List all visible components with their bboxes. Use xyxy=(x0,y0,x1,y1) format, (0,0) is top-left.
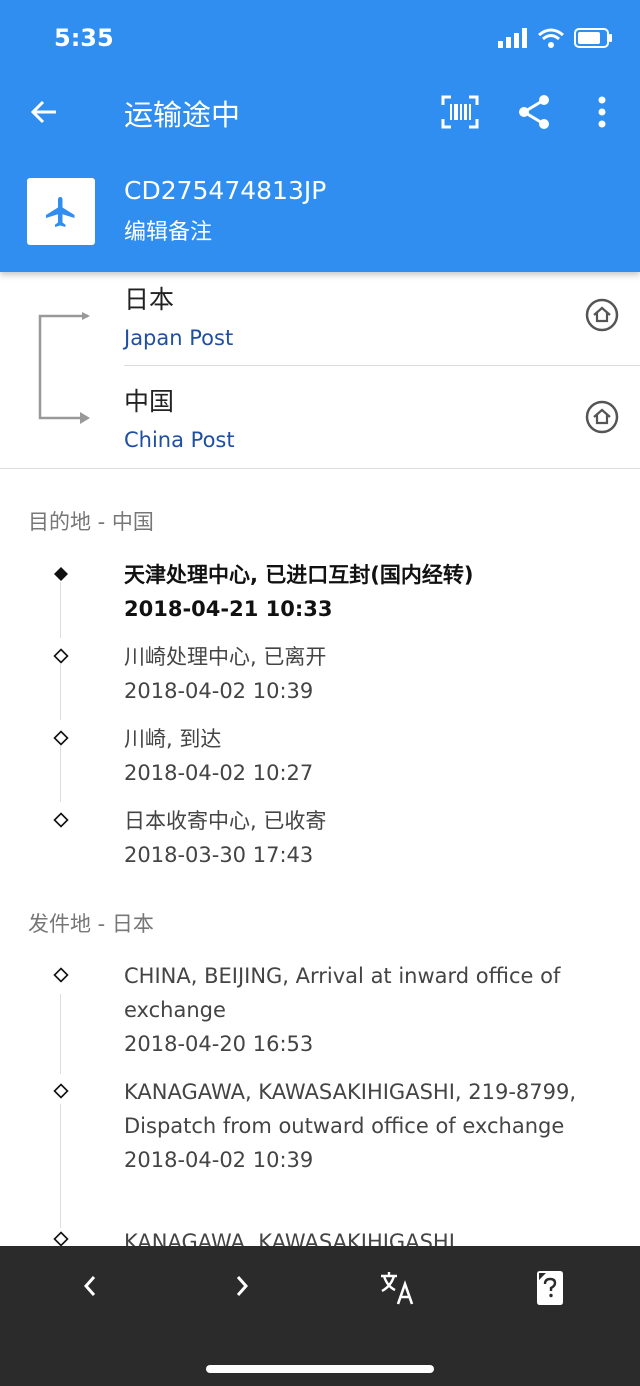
timeline-marker-icon xyxy=(53,648,69,664)
carrier-name: Japan Post xyxy=(124,326,234,350)
back-button[interactable] xyxy=(24,92,64,132)
event-time: 2018-04-02 10:39 xyxy=(124,1148,314,1172)
chevron-left-icon xyxy=(83,1276,96,1296)
timeline-marker-filled-icon xyxy=(54,567,68,581)
nav-forward-button[interactable] xyxy=(222,1266,262,1306)
carrier-destination[interactable]: 中国 China Post xyxy=(124,382,235,452)
nav-back-button[interactable] xyxy=(70,1266,110,1306)
shipment-type-badge xyxy=(27,178,95,245)
help-button[interactable] xyxy=(530,1266,570,1310)
home-indicator[interactable] xyxy=(206,1365,434,1373)
carrier-section: 日本 Japan Post 中国 China Post xyxy=(0,272,640,469)
carrier-name: China Post xyxy=(124,428,235,452)
airplane-icon xyxy=(46,196,75,227)
event-time: 2018-04-02 10:39 xyxy=(124,679,314,703)
timeline-line xyxy=(60,1104,61,1228)
help-card-icon xyxy=(537,1271,563,1305)
barcode-button[interactable] xyxy=(438,92,482,132)
carrier-origin[interactable]: 日本 Japan Post xyxy=(124,280,233,350)
route-connector xyxy=(38,312,90,424)
status-icons xyxy=(498,28,614,48)
share-button[interactable] xyxy=(514,92,554,132)
timeline-event: 川崎处理中心, 已离开 2018-04-02 10:39 xyxy=(124,640,604,708)
event-time: 2018-04-20 16:53 xyxy=(124,1032,314,1056)
status-time: 5:35 xyxy=(54,24,114,52)
signal-icon xyxy=(498,28,527,48)
carrier-country: 中国 xyxy=(124,387,175,416)
back-arrow-icon xyxy=(30,100,56,124)
timeline-event: 天津处理中心, 已进口互封(国内经转) 2018-04-21 10:33 xyxy=(124,558,604,626)
event-time: 2018-04-02 10:27 xyxy=(124,761,314,785)
timeline-marker-icon xyxy=(53,967,69,983)
page-title: 运输途中 xyxy=(124,98,241,132)
translate-button[interactable] xyxy=(374,1266,420,1310)
carrier-country: 日本 xyxy=(124,285,175,314)
app-header: 5:35 运输途中 CD275474813JP 编辑备注 xyxy=(0,0,640,272)
timeline-event: KANAGAWA, KAWASAKIHIGASHI, 219-8799, Dis… xyxy=(124,1075,604,1177)
carrier-home-icon[interactable] xyxy=(585,400,619,434)
timeline-line xyxy=(60,994,61,1074)
event-description: KANAGAWA, KAWASAKIHIGASHI, 219-8799, Dis… xyxy=(124,1080,577,1138)
wifi-icon xyxy=(538,28,564,48)
timeline-event: 日本收寄中心, 已收寄 2018-03-30 17:43 xyxy=(124,804,604,872)
carrier-home-icon[interactable] xyxy=(585,298,619,332)
event-description: CHINA, BEIJING, Arrival at inward office… xyxy=(124,964,561,1022)
divider xyxy=(124,365,640,366)
event-description: 川崎, 到达 xyxy=(124,727,222,751)
more-options-button[interactable] xyxy=(588,92,616,132)
section-header-destination: 目的地 - 中国 xyxy=(28,510,154,534)
event-description: 日本收寄中心, 已收寄 xyxy=(124,809,327,833)
battery-icon xyxy=(574,28,612,48)
translate-icon xyxy=(381,1272,414,1305)
section-header-origin: 发件地 - 日本 xyxy=(28,912,154,936)
timeline-marker-icon xyxy=(53,1231,69,1247)
share-icon xyxy=(519,95,549,129)
timeline-event: 川崎, 到达 2018-04-02 10:27 xyxy=(124,722,604,790)
chevron-right-icon xyxy=(236,1276,249,1296)
timeline-marker-icon xyxy=(53,812,69,828)
event-description: 天津处理中心, 已进口互封(国内经转) xyxy=(124,563,474,587)
event-time: 2018-03-30 17:43 xyxy=(124,843,314,867)
timeline-event: CHINA, BEIJING, Arrival at inward office… xyxy=(124,959,604,1061)
timeline-line xyxy=(60,582,61,638)
timeline-line xyxy=(60,746,61,802)
barcode-scan-icon xyxy=(441,95,479,129)
event-description: 川崎处理中心, 已离开 xyxy=(124,645,327,669)
tracking-number: CD275474813JP xyxy=(124,176,327,205)
edit-note-link[interactable]: 编辑备注 xyxy=(124,214,212,246)
more-vert-icon xyxy=(598,96,606,128)
timeline-line xyxy=(60,664,61,720)
event-time: 2018-04-21 10:33 xyxy=(124,597,333,621)
timeline-marker-icon xyxy=(53,730,69,746)
timeline-marker-icon xyxy=(53,1083,69,1099)
